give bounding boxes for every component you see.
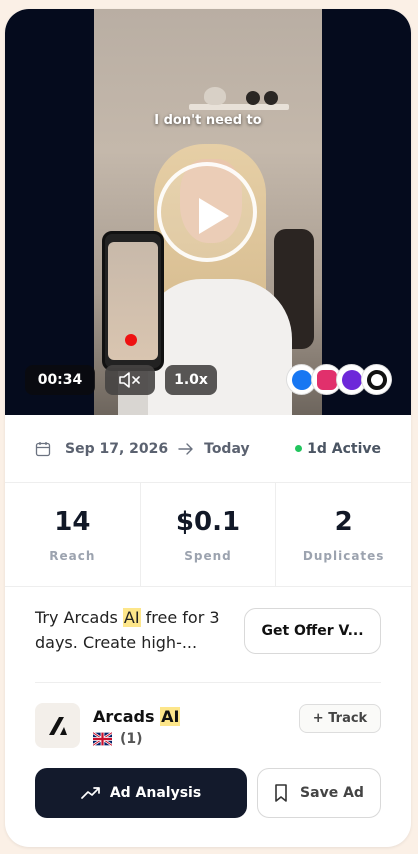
- cta-button[interactable]: Get Offer V...: [244, 608, 381, 654]
- advertiser-name-highlight: AI: [160, 707, 181, 726]
- arrow-right-icon: [178, 442, 193, 455]
- shelf-decoration: [189, 104, 289, 110]
- calendar-icon: [35, 441, 51, 456]
- status-label: 1d Active: [307, 440, 381, 457]
- stat-value: 14: [54, 506, 91, 537]
- platform-icons: [287, 365, 391, 394]
- stat-value: $0.1: [175, 506, 241, 537]
- ad-copy-highlight: AI: [122, 608, 141, 627]
- start-date: Sep 17, 2026: [65, 440, 169, 457]
- stats-row: 14 Reach $0.1 Spend 2 Duplicates: [5, 483, 411, 587]
- ad-count: (1): [120, 731, 143, 747]
- phone-on-tripod: [102, 231, 164, 371]
- divider: [35, 682, 381, 683]
- stat-label: Spend: [184, 548, 232, 563]
- date-range: Sep 17, 2026 Today 1d Active: [5, 415, 411, 483]
- status-badge: 1d Active: [295, 441, 381, 457]
- advertiser-name-text: Arcads: [93, 707, 161, 726]
- video-player[interactable]: I don't need to 00:34 1.0x: [5, 9, 411, 415]
- play-button[interactable]: [157, 162, 257, 262]
- stat-label: Reach: [49, 548, 96, 563]
- advertiser-logo[interactable]: [35, 703, 80, 748]
- uk-flag-icon: [93, 732, 112, 746]
- person-shirt: [142, 279, 292, 415]
- save-ad-button[interactable]: Save Ad: [257, 768, 381, 818]
- record-dot: [125, 334, 137, 346]
- status-dot: [295, 445, 303, 452]
- stat-value: 2: [334, 506, 353, 537]
- ad-analysis-label: Ad Analysis: [109, 785, 202, 801]
- advertiser-name[interactable]: Arcads AI: [93, 707, 181, 726]
- vase-decoration: [204, 87, 226, 105]
- end-date: Today: [204, 440, 250, 457]
- ball-decoration: [264, 91, 278, 105]
- ad-analysis-button[interactable]: Ad Analysis: [35, 768, 247, 818]
- play-icon: [199, 198, 229, 234]
- playback-speed-button[interactable]: 1.0x: [165, 365, 217, 395]
- stat-spend: $0.1 Spend: [139, 483, 276, 586]
- ball-decoration: [246, 91, 260, 105]
- video-caption: I don't need to: [154, 113, 262, 128]
- ad-copy: Try Arcads AI free for 3 days. Create hi…: [35, 605, 221, 655]
- audience-network-icon: [362, 365, 391, 394]
- advertiser-meta: (1): [93, 731, 143, 747]
- mute-button[interactable]: [105, 365, 155, 395]
- bookmark-icon: [275, 784, 287, 802]
- ad-card: I don't need to 00:34 1.0x Sep 17, 2026 …: [5, 9, 411, 847]
- video-duration: 00:34: [25, 365, 95, 395]
- stat-duplicates: 2 Duplicates: [275, 483, 411, 586]
- ad-copy-text: Try Arcads: [35, 608, 123, 627]
- muted-speaker-icon: [119, 372, 140, 388]
- trending-up-icon: [80, 787, 100, 799]
- track-button[interactable]: + Track: [299, 704, 381, 733]
- stat-reach: 14 Reach: [5, 483, 140, 586]
- stat-label: Duplicates: [302, 548, 385, 563]
- save-ad-label: Save Ad: [300, 785, 364, 801]
- arcads-logo-icon: [48, 716, 67, 735]
